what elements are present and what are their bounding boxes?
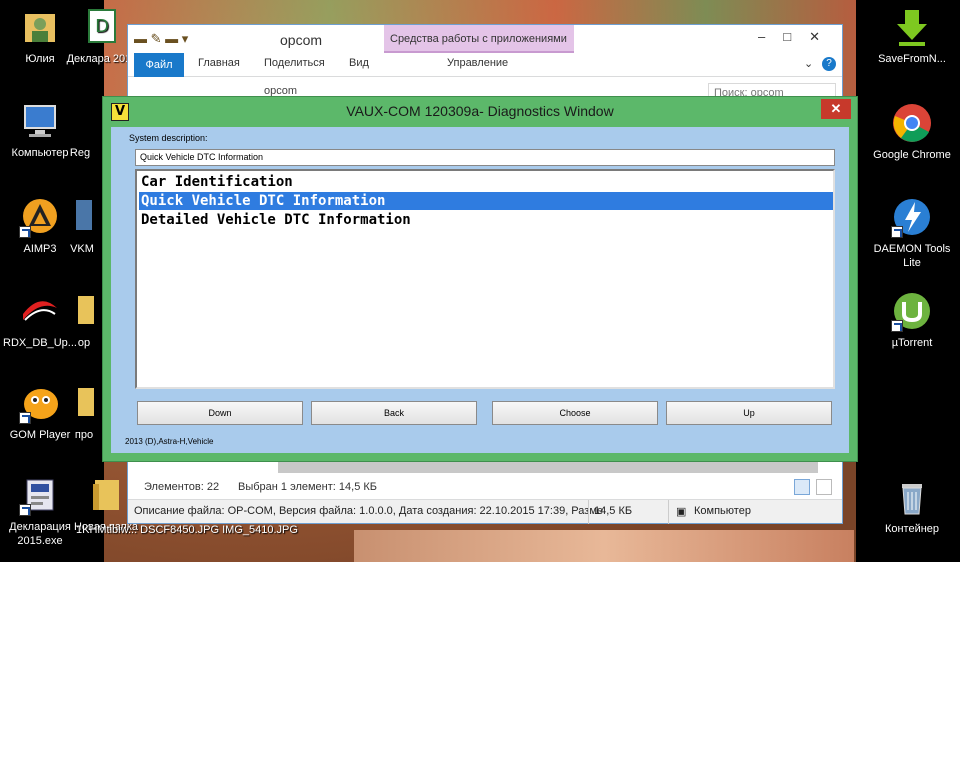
back-button[interactable]: Back bbox=[311, 401, 477, 425]
installer-icon bbox=[19, 474, 61, 516]
declaration-icon: D bbox=[81, 6, 123, 48]
desktop-icon-savefrom[interactable]: SaveFromN... bbox=[872, 6, 952, 66]
desktop-icon-recycle-bin[interactable]: Контейнер bbox=[872, 476, 952, 536]
window-controls[interactable]: –□✕ bbox=[758, 29, 838, 45]
desktop-icon-chrome[interactable]: Google Chrome bbox=[872, 102, 952, 162]
horizontal-scrollbar[interactable] bbox=[278, 461, 818, 473]
desktop-icon-label: Google Chrome bbox=[873, 149, 951, 161]
up-button[interactable]: Up bbox=[666, 401, 832, 425]
status-item-count: Элементов: 22 bbox=[144, 481, 220, 493]
tab-manage[interactable]: Управление bbox=[447, 57, 508, 69]
explorer-title: opcom bbox=[280, 32, 323, 48]
folder-icon bbox=[74, 382, 94, 424]
desktop-icon-label: Reg bbox=[69, 147, 91, 159]
tiles-view-button[interactable] bbox=[816, 479, 832, 495]
tab-home[interactable]: Главная bbox=[198, 57, 240, 69]
user-folder-icon bbox=[19, 6, 61, 48]
file-location: Компьютер bbox=[694, 505, 751, 517]
list-item-detailed-vehicle-dtc[interactable]: Detailed Vehicle DTC Information bbox=[139, 211, 833, 229]
dialog-client-area: System description: Quick Vehicle DTC In… bbox=[111, 127, 849, 453]
shortcut-arrow-icon bbox=[19, 226, 31, 238]
desktop-icon-label: µTorrent bbox=[891, 337, 933, 349]
context-tab-header: Средства работы с приложениями bbox=[384, 25, 574, 53]
system-description-field[interactable]: Quick Vehicle DTC Information bbox=[135, 149, 835, 166]
folder-icon bbox=[74, 290, 94, 332]
list-item-quick-vehicle-dtc[interactable]: Quick Vehicle DTC Information bbox=[139, 192, 833, 210]
help-icon[interactable]: ? bbox=[822, 57, 836, 71]
desktop-icon-reg[interactable]: Reg bbox=[50, 146, 110, 160]
file-size: 14,5 КБ bbox=[594, 505, 633, 517]
shortcut-arrow-icon bbox=[891, 226, 903, 238]
details-bar: Описание файла: OP-COM, Версия файла: 1.… bbox=[128, 499, 842, 524]
screen: Юлия Компьютер AIMP3 RDX_DB_Up... GOM Pl… bbox=[0, 0, 960, 780]
tab-file[interactable]: Файл bbox=[134, 53, 184, 77]
quick-access-toolbar[interactable]: ▬ ✎ ▬ ▾ bbox=[134, 31, 188, 47]
divider bbox=[588, 500, 589, 524]
list-item-car-identification[interactable]: Car Identification bbox=[139, 173, 833, 191]
tab-share[interactable]: Поделиться bbox=[264, 57, 325, 69]
desktop-icon-label: SaveFromN... bbox=[878, 53, 946, 65]
desktop-icon-label: Контейнер bbox=[884, 523, 940, 535]
file-description: Описание файла: OP-COM, Версия файла: 1.… bbox=[134, 505, 603, 517]
vk-icon bbox=[72, 196, 92, 238]
computer-icon bbox=[19, 100, 61, 142]
tab-view[interactable]: Вид bbox=[349, 57, 369, 69]
choose-button[interactable]: Choose bbox=[492, 401, 658, 425]
status-selected: Выбран 1 элемент: 14,5 КБ bbox=[238, 481, 377, 493]
menu-listbox[interactable]: Car Identification Quick Vehicle DTC Inf… bbox=[135, 169, 835, 389]
desktop-icon-daemon[interactable]: DAEMON Tools Lite bbox=[872, 196, 952, 270]
vehicle-status: 2013 (D),Astra-H,Vehicle bbox=[125, 437, 214, 446]
details-view-button[interactable] bbox=[794, 479, 810, 495]
chrome-icon bbox=[891, 102, 933, 144]
dialog-titlebar[interactable]: V VAUX-COM 120309a- Diagnostics Window ✕ bbox=[103, 97, 857, 125]
explorer-statusbar: Элементов: 22 Выбран 1 элемент: 14,5 КБ bbox=[128, 477, 842, 499]
dialog-title: VAUX-COM 120309a- Diagnostics Window bbox=[346, 103, 614, 119]
diagnostics-window: V VAUX-COM 120309a- Diagnostics Window ✕… bbox=[102, 96, 858, 462]
utorrent-icon bbox=[891, 290, 933, 332]
shortcut-arrow-icon bbox=[19, 412, 31, 424]
ribbon-expand-chevron-icon[interactable]: ⌄ bbox=[804, 57, 813, 70]
recycle-bin-icon bbox=[891, 476, 933, 518]
shortcut-arrow-icon bbox=[19, 504, 31, 516]
download-arrow-icon bbox=[891, 6, 933, 48]
divider bbox=[668, 500, 669, 524]
ribbon-tabs: Файл Главная Поделиться Вид Управление ⌄… bbox=[128, 53, 842, 77]
close-button[interactable]: ✕ bbox=[821, 99, 851, 119]
desktop-file-labels: 1KHMtibiw... DSCF8450.JPG IMG_5410.JPG bbox=[76, 524, 298, 536]
folder-icon bbox=[85, 474, 127, 516]
svg-text:D: D bbox=[95, 16, 109, 37]
daemon-tools-icon bbox=[891, 196, 933, 238]
system-description-label: System description: bbox=[129, 133, 208, 143]
desktop-icon-label: DAEMON Tools Lite bbox=[873, 243, 951, 269]
shortcut-arrow-icon bbox=[891, 320, 903, 332]
computer-small-icon: ▣ bbox=[676, 506, 687, 518]
desktop-icon-utorrent[interactable]: µTorrent bbox=[872, 290, 952, 350]
down-button[interactable]: Down bbox=[137, 401, 303, 425]
